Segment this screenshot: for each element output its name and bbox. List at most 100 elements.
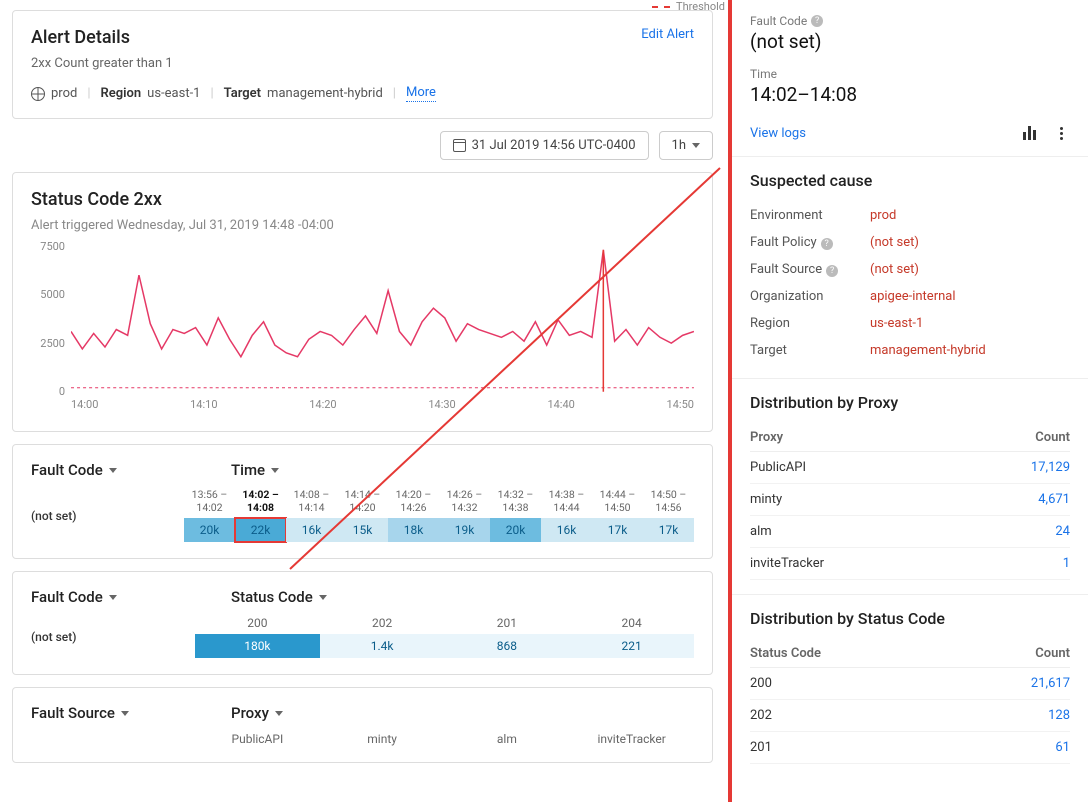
table-cell-count[interactable]: 128: [1048, 708, 1070, 723]
table-row: minty 4,671: [750, 484, 1070, 516]
date-label: 31 Jul 2019 14:56 UTC-0400: [472, 138, 636, 153]
alert-details-card: Alert Details Edit Alert 2xx Count great…: [12, 10, 713, 119]
table-cell-count[interactable]: 61: [1055, 740, 1070, 755]
more-link[interactable]: More: [406, 85, 436, 102]
alert-rule-text: 2xx Count greater than 1: [31, 56, 694, 71]
table-row: PublicAPI 17,129: [750, 452, 1070, 484]
range-picker-button[interactable]: 1h: [659, 131, 713, 160]
side-time-label: Time: [750, 67, 1070, 81]
table-cell-count[interactable]: 24: [1055, 524, 1070, 539]
alert-meta-row: prod | Region us-east-1 | Target managem…: [31, 85, 694, 102]
status-code-cell[interactable]: 221: [569, 634, 694, 658]
fault-proxy-card: Fault Source Proxy PublicAPImintyalminvi…: [12, 687, 713, 763]
status-code-col-label: 204: [569, 616, 694, 630]
status-code-cell[interactable]: 180k: [195, 634, 320, 658]
time-buckets-header: 13:56 –14:0214:02 –14:0814:08 –14:1414:1…: [184, 489, 694, 514]
caret-down-icon: [109, 468, 117, 473]
suspected-value: apigee-internal: [870, 289, 956, 304]
suspected-row: Targetmanagement-hybrid: [750, 337, 1070, 364]
suspected-row: Environmentprod: [750, 202, 1070, 229]
time-bucket-cell[interactable]: 22k: [235, 518, 286, 542]
fault-row-label-2: (not set): [31, 630, 195, 644]
suspected-value: prod: [870, 208, 896, 223]
suspected-value: management-hybrid: [870, 343, 986, 358]
time-bucket-cell[interactable]: 16k: [541, 518, 592, 542]
fault-code-dropdown[interactable]: Fault Code: [31, 461, 171, 479]
edit-alert-link[interactable]: Edit Alert: [641, 27, 694, 42]
time-bucket-cell[interactable]: 20k: [490, 518, 541, 542]
help-icon[interactable]: ?: [811, 15, 823, 27]
proxy-col-label: inviteTracker: [569, 732, 694, 746]
bar-chart-icon[interactable]: [1020, 124, 1038, 142]
date-picker-button[interactable]: 31 Jul 2019 14:56 UTC-0400: [440, 131, 649, 160]
time-bucket-label: 14:38 –14:44: [541, 489, 592, 514]
globe-icon: [31, 87, 45, 101]
status-code-cell[interactable]: 868: [445, 634, 570, 658]
table-cell-count[interactable]: 21,617: [1031, 676, 1070, 691]
view-logs-link[interactable]: View logs: [750, 126, 806, 141]
table-row: alm24: [750, 516, 1070, 548]
suspected-row: Regionus-east-1: [750, 310, 1070, 337]
table-row: 200 21,617: [750, 668, 1070, 700]
fault-source-dropdown[interactable]: Fault Source: [31, 704, 171, 722]
dist-status-col-r: Count: [1035, 646, 1070, 661]
status-code-cell[interactable]: 1.4k: [320, 634, 445, 658]
chart-area: 14:0014:1014:2014:3014:4014:50 025005000…: [31, 241, 694, 411]
proxy-dropdown[interactable]: Proxy: [231, 704, 283, 722]
table-cell-name: 201: [750, 740, 772, 755]
dist-proxy-title: Distribution by Proxy: [750, 393, 1070, 412]
dist-proxy-section: Distribution by Proxy Proxy Count Public…: [732, 379, 1088, 595]
fault-code-dropdown-2[interactable]: Fault Code: [31, 588, 171, 606]
fault-time-card: Fault Code Time (not set) 13:56 –14:0214…: [12, 444, 713, 559]
kebab-menu-icon[interactable]: [1052, 124, 1070, 142]
help-icon[interactable]: ?: [821, 238, 833, 250]
table-cell-name: minty: [750, 492, 782, 507]
table-cell-count[interactable]: 17,129: [1031, 460, 1070, 475]
target-key: Target: [224, 86, 261, 101]
side-fc-value: (not set): [750, 30, 1070, 53]
suspected-key: Fault Source?: [750, 262, 870, 277]
target-value: management-hybrid: [267, 86, 383, 101]
help-icon[interactable]: ?: [826, 265, 838, 277]
caret-down-icon: [271, 468, 279, 473]
x-axis: 14:0014:1014:2014:3014:4014:50: [71, 398, 694, 411]
env-value: prod: [51, 86, 77, 101]
caret-down-icon: [109, 595, 117, 600]
proxy-col-label: minty: [320, 732, 445, 746]
dist-proxy-col-l: Proxy: [750, 430, 783, 445]
proxy-header-row: PublicAPImintyalminviteTracker: [195, 732, 694, 746]
suspected-value: (not set): [870, 235, 919, 250]
suspected-row: Organizationapigee-internal: [750, 283, 1070, 310]
suspected-row: Fault Source?(not set): [750, 256, 1070, 283]
dist-status-section: Distribution by Status Code Status Code …: [732, 595, 1088, 778]
proxy-col-label: alm: [445, 732, 570, 746]
time-bucket-cell[interactable]: 19k: [439, 518, 490, 542]
fault-row-label: (not set): [31, 509, 184, 523]
status-code-dropdown[interactable]: Status Code: [231, 588, 327, 606]
suspected-key: Target: [750, 343, 870, 358]
time-bucket-label: 14:50 –14:56: [643, 489, 694, 514]
caret-down-icon: [121, 711, 129, 716]
table-cell-count[interactable]: 4,671: [1038, 492, 1070, 507]
suspected-title: Suspected cause: [750, 171, 1070, 190]
time-bucket-label: 14:26 –14:32: [439, 489, 490, 514]
status-code-title: Status Code 2xx: [31, 189, 694, 210]
alert-details-title: Alert Details: [31, 27, 130, 48]
table-cell-count[interactable]: 1: [1063, 556, 1070, 571]
table-cell-name: inviteTracker: [750, 556, 824, 571]
status-code-row: 180k1.4k868221: [195, 634, 694, 658]
table-cell-name: 200: [750, 676, 772, 691]
time-bucket-cell[interactable]: 20k: [184, 518, 235, 542]
time-bucket-label: 13:56 –14:02: [184, 489, 235, 514]
time-bucket-cell[interactable]: 18k: [388, 518, 439, 542]
time-bucket-cell[interactable]: 17k: [643, 518, 694, 542]
time-bucket-cell[interactable]: 16k: [286, 518, 337, 542]
time-bucket-cell[interactable]: 17k: [592, 518, 643, 542]
time-bucket-label: 14:44 –14:50: [592, 489, 643, 514]
region-key: Region: [101, 86, 142, 101]
time-bucket-cell[interactable]: 15k: [337, 518, 388, 542]
suspected-key: Region: [750, 316, 870, 331]
time-dropdown[interactable]: Time: [231, 461, 279, 479]
fault-status-card: Fault Code Status Code (not set) 2002022…: [12, 571, 713, 675]
table-cell-name: PublicAPI: [750, 460, 806, 475]
